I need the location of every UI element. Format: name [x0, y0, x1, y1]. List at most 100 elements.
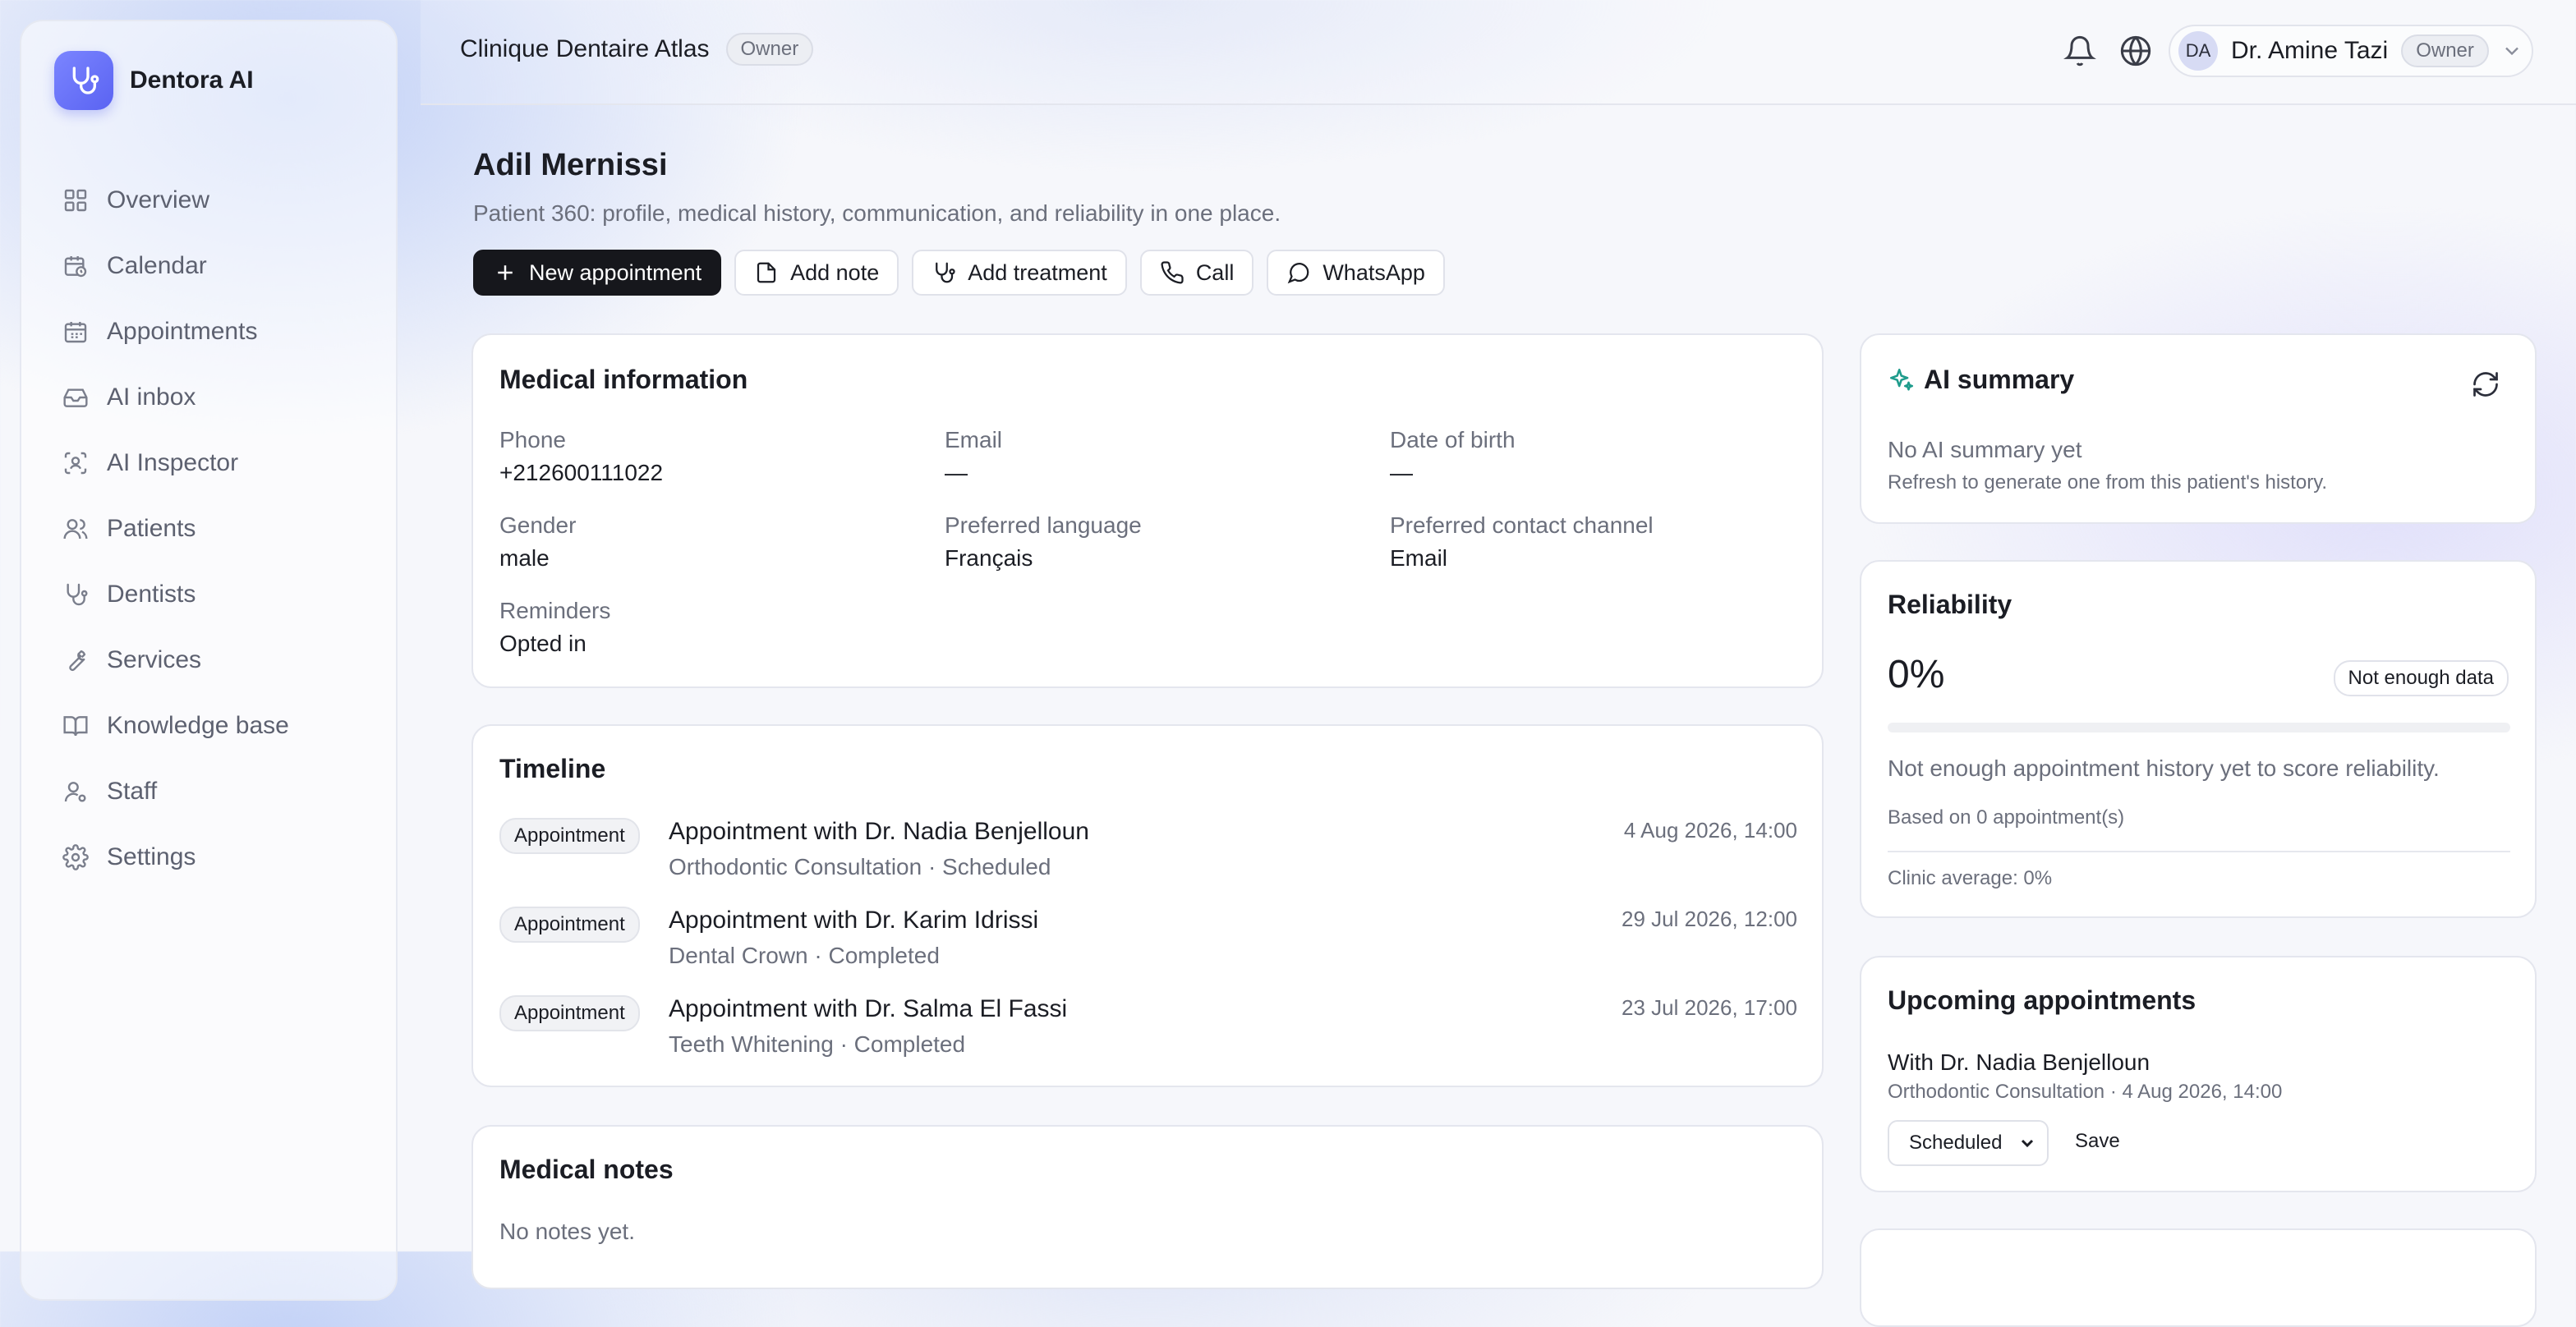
card-title: Timeline — [499, 754, 606, 783]
contact-channel-label: Preferred contact channel — [1390, 512, 1654, 538]
add-note-button[interactable]: Add note — [734, 250, 899, 296]
medical-information-card: Medical information Phone +212600111022 … — [472, 333, 1824, 688]
timeline-card: Timeline Appointment Appointment with Dr… — [472, 724, 1824, 1087]
add-treatment-label: Add treatment — [968, 259, 1107, 285]
reliability-card: Reliability 0% Not enough data Not enoug… — [1860, 560, 2537, 918]
notes-empty-text: No notes yet. — [499, 1219, 635, 1244]
phone-value: +212600111022 — [499, 460, 664, 485]
reliability-badge: Not enough data — [2333, 660, 2509, 696]
file-icon — [754, 260, 779, 285]
sidebar-item-calendar[interactable]: Calendar — [44, 233, 376, 299]
sidebar-item-label: Overview — [107, 186, 210, 214]
timeline-item-subtitle: Dental Crown · Completed — [669, 943, 940, 968]
user-cog-icon — [62, 778, 89, 805]
card-title: Reliability — [1888, 590, 2012, 619]
timeline-item-title: Appointment with Dr. Nadia Benjelloun — [669, 818, 1089, 845]
next-card — [1860, 1228, 2537, 1327]
refresh-icon[interactable] — [2471, 370, 2500, 399]
dob-value: — — [1390, 460, 1413, 485]
add-treatment-button[interactable]: Add treatment — [912, 250, 1127, 296]
reminders-label: Reminders — [499, 598, 611, 623]
sidebar-item-services[interactable]: Services — [44, 627, 376, 693]
calendar-clock-icon — [62, 253, 89, 279]
ai-summary-empty-title: No AI summary yet — [1888, 437, 2082, 462]
sidebar-item-label: AI inbox — [107, 383, 196, 411]
upcoming-appointments-card: Upcoming appointments With Dr. Nadia Ben… — [1860, 956, 2537, 1192]
sidebar-item-staff[interactable]: Staff — [44, 759, 376, 824]
user-menu[interactable]: DA Dr. Amine Tazi Owner — [2169, 25, 2533, 77]
scan-face-icon — [62, 450, 89, 476]
clinic-switcher[interactable]: Clinique Dentaire Atlas Owner — [460, 33, 814, 66]
phone-icon — [1160, 260, 1184, 285]
sidebar-item-patients[interactable]: Patients — [44, 496, 376, 562]
card-title: Upcoming appointments — [1888, 985, 2196, 1015]
whatsapp-button[interactable]: WhatsApp — [1267, 250, 1445, 296]
upcoming-item-subtitle: Orthodontic Consultation · 4 Aug 2026, 1… — [1888, 1081, 2283, 1103]
timeline-item[interactable]: Appointment Appointment with Dr. Karim I… — [499, 907, 1797, 989]
ai-summary-card: AI summary No AI summary yet Refresh to … — [1860, 333, 2537, 524]
whatsapp-label: WhatsApp — [1322, 259, 1425, 285]
sidebar-item-settings[interactable]: Settings — [44, 824, 376, 890]
inbox-icon — [62, 384, 89, 411]
users-icon — [62, 516, 89, 542]
clinic-role-badge: Owner — [725, 33, 814, 66]
sidebar-item-ai-inbox[interactable]: AI inbox — [44, 365, 376, 430]
status-select-value: Scheduled — [1909, 1132, 2003, 1154]
stethoscope-icon — [62, 581, 89, 608]
clinic-name: Clinique Dentaire Atlas — [460, 35, 710, 62]
ai-summary-empty-subtitle: Refresh to generate one from this patien… — [1888, 471, 2328, 494]
sidebar-item-label: Knowledge base — [107, 712, 289, 739]
action-bar: New appointment Add note Add treatment C… — [473, 250, 1458, 296]
reliability-message: Not enough appointment history yet to sc… — [1888, 755, 2440, 781]
sidebar-item-dentists[interactable]: Dentists — [44, 562, 376, 627]
calendar-icon — [62, 319, 89, 345]
new-appointment-label: New appointment — [529, 259, 702, 285]
save-button[interactable]: Save — [2075, 1130, 2120, 1153]
brand[interactable]: Dentora AI — [54, 51, 254, 110]
timeline-item-subtitle: Orthodontic Consultation · Scheduled — [669, 854, 1051, 879]
card-title: Medical information — [499, 365, 748, 394]
new-appointment-button[interactable]: New appointment — [473, 250, 722, 296]
page-subtitle: Patient 360: profile, medical history, c… — [473, 200, 1281, 226]
dob-label: Date of birth — [1390, 427, 1516, 452]
bell-icon[interactable] — [2063, 34, 2096, 67]
sparkles-icon — [1888, 366, 1916, 394]
clinic-average: Clinic average: 0% — [1888, 867, 2053, 889]
call-label: Call — [1195, 259, 1235, 285]
sidebar-item-label: Services — [107, 646, 202, 673]
timeline-item-title: Appointment with Dr. Karim Idrissi — [669, 907, 1039, 934]
timeline-tag: Appointment — [499, 995, 640, 1031]
medical-notes-card: Medical notes No notes yet. — [472, 1125, 1824, 1289]
sidebar-item-knowledge-base[interactable]: Knowledge base — [44, 693, 376, 759]
timeline-item-date: 29 Jul 2026, 12:00 — [1622, 907, 1797, 931]
grid-icon — [62, 187, 89, 214]
timeline-item[interactable]: Appointment Appointment with Dr. Nadia B… — [499, 818, 1797, 900]
sidebar-item-appointments[interactable]: Appointments — [44, 299, 376, 365]
reminders-value: Opted in — [499, 631, 586, 656]
timeline-item[interactable]: Appointment Appointment with Dr. Salma E… — [499, 995, 1797, 1077]
stethoscope-icon — [54, 51, 113, 110]
reliability-progress-track — [1888, 723, 2510, 732]
timeline-item-date: 4 Aug 2026, 14:00 — [1623, 818, 1797, 843]
page-title: Adil Mernissi — [473, 148, 668, 182]
gender-value: male — [499, 545, 550, 571]
sidebar-item-overview[interactable]: Overview — [44, 168, 376, 233]
status-select[interactable]: Scheduled — [1888, 1120, 2049, 1166]
sidebar-nav: Overview Calendar Appointments AI inbox … — [44, 168, 376, 890]
globe-icon[interactable] — [2119, 34, 2152, 67]
timeline-tag: Appointment — [499, 907, 640, 943]
top-header: Clinique Dentaire Atlas Owner DA Dr. Ami… — [421, 0, 2576, 105]
chevron-down-icon — [2017, 1133, 2037, 1153]
book-icon — [62, 713, 89, 739]
reliability-based-on: Based on 0 appointment(s) — [1888, 806, 2125, 829]
language-label: Preferred language — [945, 512, 1142, 538]
timeline-item-date: 23 Jul 2026, 17:00 — [1622, 995, 1797, 1020]
wrench-icon — [62, 647, 89, 673]
sidebar-item-ai-inspector[interactable]: AI Inspector — [44, 430, 376, 496]
call-button[interactable]: Call — [1139, 250, 1254, 296]
sidebar-item-label: Patients — [107, 515, 196, 542]
gear-icon — [62, 844, 89, 870]
brand-name: Dentora AI — [130, 67, 254, 94]
stethoscope-icon — [932, 260, 956, 285]
sidebar-item-label: Calendar — [107, 252, 207, 279]
